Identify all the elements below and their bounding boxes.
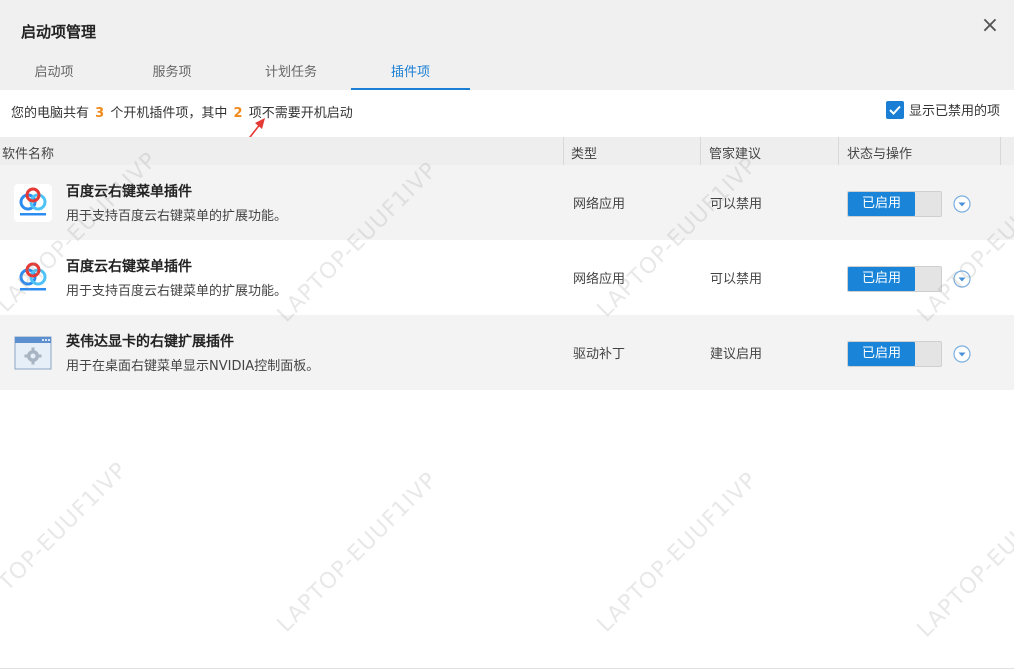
status-toggle[interactable]: 已启用 [847,191,942,217]
summary-text: 您的电脑共有 3 个开机插件项，其中 2 项不需要开机启动 [11,102,353,121]
summary-middle: 个开机插件项，其中 [110,106,228,121]
checkbox-checked-icon[interactable] [885,100,904,119]
summary-prefix: 您的电脑共有 [11,106,90,121]
total-count: 3 [95,106,105,121]
tab-startup-items[interactable]: 启动项 [8,58,100,90]
watermark: LAPTOP-EUUF1IVP [912,472,1014,643]
plugin-description: 用于支持百度云右键菜单的扩展功能。 [66,209,288,224]
col-divider [700,137,701,165]
tab-scheduled-tasks[interactable]: 计划任务 [245,58,337,90]
plugin-name: 百度云右键菜单插件 [66,184,192,200]
watermark: LAPTOP-EUUF1IVP [0,457,133,628]
col-header-advice: 管家建议 [709,147,762,162]
show-disabled-checkbox[interactable]: 显示已禁用的项 [885,100,1000,119]
status-label: 已启用 [848,267,915,291]
close-button[interactable]: × [978,14,1002,38]
col-divider [838,137,839,165]
status-toggle[interactable]: 已启用 [847,341,942,367]
col-header-name: 软件名称 [2,147,55,162]
tab-services[interactable]: 服务项 [126,58,218,90]
table-row[interactable]: 百度云右键菜单插件 用于支持百度云右键菜单的扩展功能。 网络应用 可以禁用 已启… [0,165,1014,240]
tab-bar: 启动项 服务项 计划任务 插件项 [0,58,1014,90]
plugin-advice: 可以禁用 [710,197,763,212]
plugin-description: 用于支持百度云右键菜单的扩展功能。 [66,284,288,299]
col-divider [1000,137,1001,165]
col-divider [563,137,564,165]
plugin-advice: 可以禁用 [710,272,763,287]
chevron-down-icon[interactable] [952,344,972,364]
plugin-type: 网络应用 [573,197,626,212]
status-label: 已启用 [848,192,915,216]
plugin-advice: 建议启用 [710,347,763,362]
show-disabled-label: 显示已禁用的项 [908,104,1000,119]
baidu-cloud-icon [14,259,52,297]
table-row[interactable]: 英伟达显卡的右键扩展插件 用于在桌面右键菜单显示NVIDIA控制面板。 驱动补丁… [0,315,1014,390]
dialog-title: 启动项管理 [21,23,97,41]
table-header: 软件名称 类型 管家建议 状态与操作 [0,137,1014,165]
watermark: LAPTOP-EUUF1IVP [592,467,763,638]
dialog-header: 启动项管理 × 启动项 服务项 计划任务 插件项 [0,0,1014,90]
dialog-bottom-border [0,668,1014,669]
baidu-cloud-icon [14,184,52,222]
status-label: 已启用 [848,342,915,366]
col-header-type: 类型 [571,147,598,162]
plugin-name: 英伟达显卡的右键扩展插件 [66,334,234,350]
table-row[interactable]: 百度云右键菜单插件 用于支持百度云右键菜单的扩展功能。 网络应用 可以禁用 已启… [0,240,1014,315]
chevron-down-icon[interactable] [952,269,972,289]
status-toggle[interactable]: 已启用 [847,266,942,292]
plugin-name: 百度云右键菜单插件 [66,259,192,275]
summary-bar: 您的电脑共有 3 个开机插件项，其中 2 项不需要开机启动 显示已禁用的项 [0,90,1014,132]
settings-window-icon [14,336,52,370]
plugin-type: 驱动补丁 [573,347,626,362]
chevron-down-icon[interactable] [952,194,972,214]
watermark: LAPTOP-EUUF1IVP [272,467,443,638]
plugin-description: 用于在桌面右键菜单显示NVIDIA控制面板。 [66,359,320,374]
tab-plugins[interactable]: 插件项 [351,58,470,90]
plugin-type: 网络应用 [573,272,626,287]
col-header-status: 状态与操作 [847,147,913,162]
